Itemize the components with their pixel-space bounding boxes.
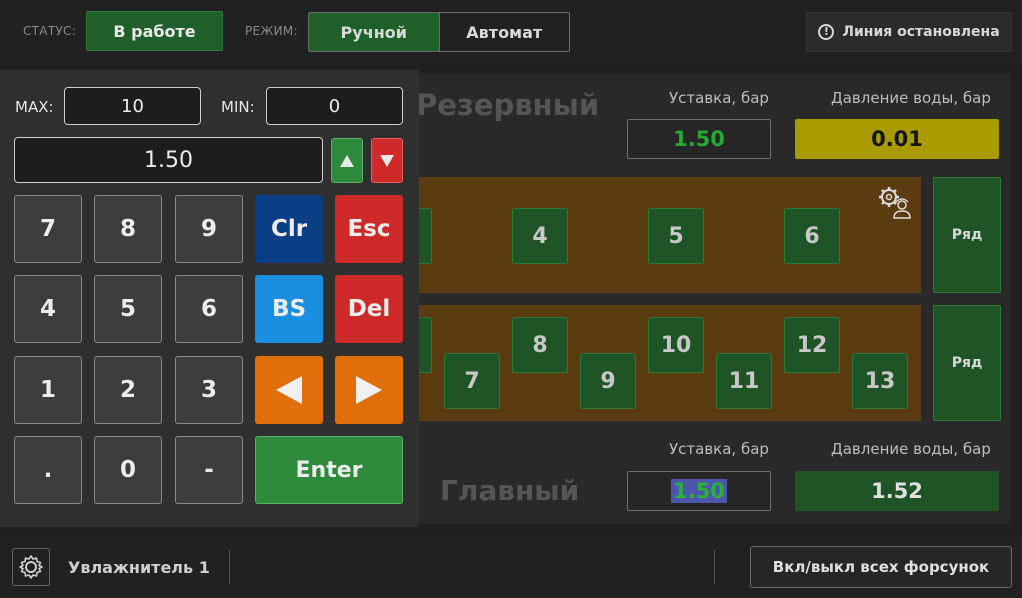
key-6[interactable]: 6: [175, 275, 243, 343]
line-status-button[interactable]: ! Линия остановлена: [806, 12, 1012, 52]
nozzle-13[interactable]: 13: [852, 353, 908, 409]
key-2[interactable]: 2: [94, 356, 162, 424]
main-setpoint-label: Уставка, бар: [669, 440, 769, 458]
key-0[interactable]: 0: [94, 436, 162, 504]
divider: [229, 550, 230, 584]
key-5[interactable]: 5: [94, 275, 162, 343]
cursor-right-button[interactable]: [335, 356, 403, 424]
divider: [714, 550, 715, 584]
keypad-display[interactable]: 1.50: [14, 137, 323, 183]
decrement-button[interactable]: [371, 138, 403, 183]
clear-button[interactable]: Clr: [255, 195, 323, 263]
main-setpoint-field[interactable]: 1.50: [627, 471, 771, 511]
key-dot[interactable]: .: [14, 436, 82, 504]
key-7[interactable]: 7: [14, 195, 82, 263]
info-icon: !: [818, 24, 835, 40]
nozzle-4[interactable]: 4: [512, 208, 568, 264]
key-8[interactable]: 8: [94, 195, 162, 263]
reserve-pump-title: Резервный: [416, 88, 600, 122]
max-label: MAX:: [15, 98, 54, 116]
main-pressure-value: 1.52: [795, 471, 999, 511]
nozzle-12[interactable]: 12: [784, 317, 840, 373]
key-4[interactable]: 4: [14, 275, 82, 343]
mode-auto-button[interactable]: Автомат: [440, 13, 570, 51]
triangle-up-icon: [340, 154, 354, 167]
mode-label: РЕЖИМ:: [245, 24, 298, 38]
toggle-all-nozzles-button[interactable]: Вкл/выкл всех форсунок: [750, 546, 1012, 588]
triangle-right-icon: [356, 376, 382, 404]
cursor-left-button[interactable]: [255, 356, 323, 424]
technician-gear-icon: [877, 185, 913, 221]
status-button[interactable]: В работе: [86, 11, 223, 51]
main-pressure-label: Давление воды, бар: [831, 440, 991, 458]
status-label: СТАТУС:: [23, 24, 77, 38]
main-setpoint-value: 1.50: [671, 479, 727, 503]
key-minus[interactable]: -: [175, 436, 243, 504]
min-value: 0: [266, 87, 403, 125]
row-2-button[interactable]: Ряд: [933, 305, 1001, 421]
line-status-text: Линия остановлена: [842, 24, 1000, 40]
nozzle-8[interactable]: 8: [512, 317, 568, 373]
settings-button[interactable]: [12, 548, 50, 586]
reserve-pressure-label: Давление воды, бар: [831, 89, 991, 107]
nozzle-7[interactable]: 7: [444, 353, 500, 409]
reserve-pressure-value: 0.01: [795, 119, 999, 159]
key-1[interactable]: 1: [14, 356, 82, 424]
nozzle-9[interactable]: 9: [580, 353, 636, 409]
device-name: Увлажнитель 1: [68, 558, 210, 577]
increment-button[interactable]: [331, 138, 363, 183]
nozzle-10[interactable]: 10: [648, 317, 704, 373]
nozzle-6[interactable]: 6: [784, 208, 840, 264]
gear-icon: [19, 555, 43, 579]
main-pump-title: Главный: [440, 474, 580, 507]
enter-button[interactable]: Enter: [255, 436, 403, 504]
key-3[interactable]: 3: [175, 356, 243, 424]
reserve-setpoint-field[interactable]: 1.50: [627, 119, 771, 159]
max-value: 10: [64, 87, 201, 125]
nozzle-11[interactable]: 11: [716, 353, 772, 409]
nozzle-5[interactable]: 5: [648, 208, 704, 264]
reserve-setpoint-label: Уставка, бар: [669, 89, 769, 107]
escape-button[interactable]: Esc: [335, 195, 403, 263]
key-9[interactable]: 9: [175, 195, 243, 263]
row-1-button[interactable]: Ряд: [933, 177, 1001, 293]
mode-selector: Ручной Автомат: [308, 12, 570, 52]
delete-button[interactable]: Del: [335, 275, 403, 343]
triangle-down-icon: [380, 154, 394, 167]
backspace-button[interactable]: BS: [255, 275, 323, 343]
triangle-left-icon: [276, 376, 302, 404]
min-label: MIN:: [221, 98, 255, 116]
mode-manual-button[interactable]: Ручной: [309, 13, 440, 51]
